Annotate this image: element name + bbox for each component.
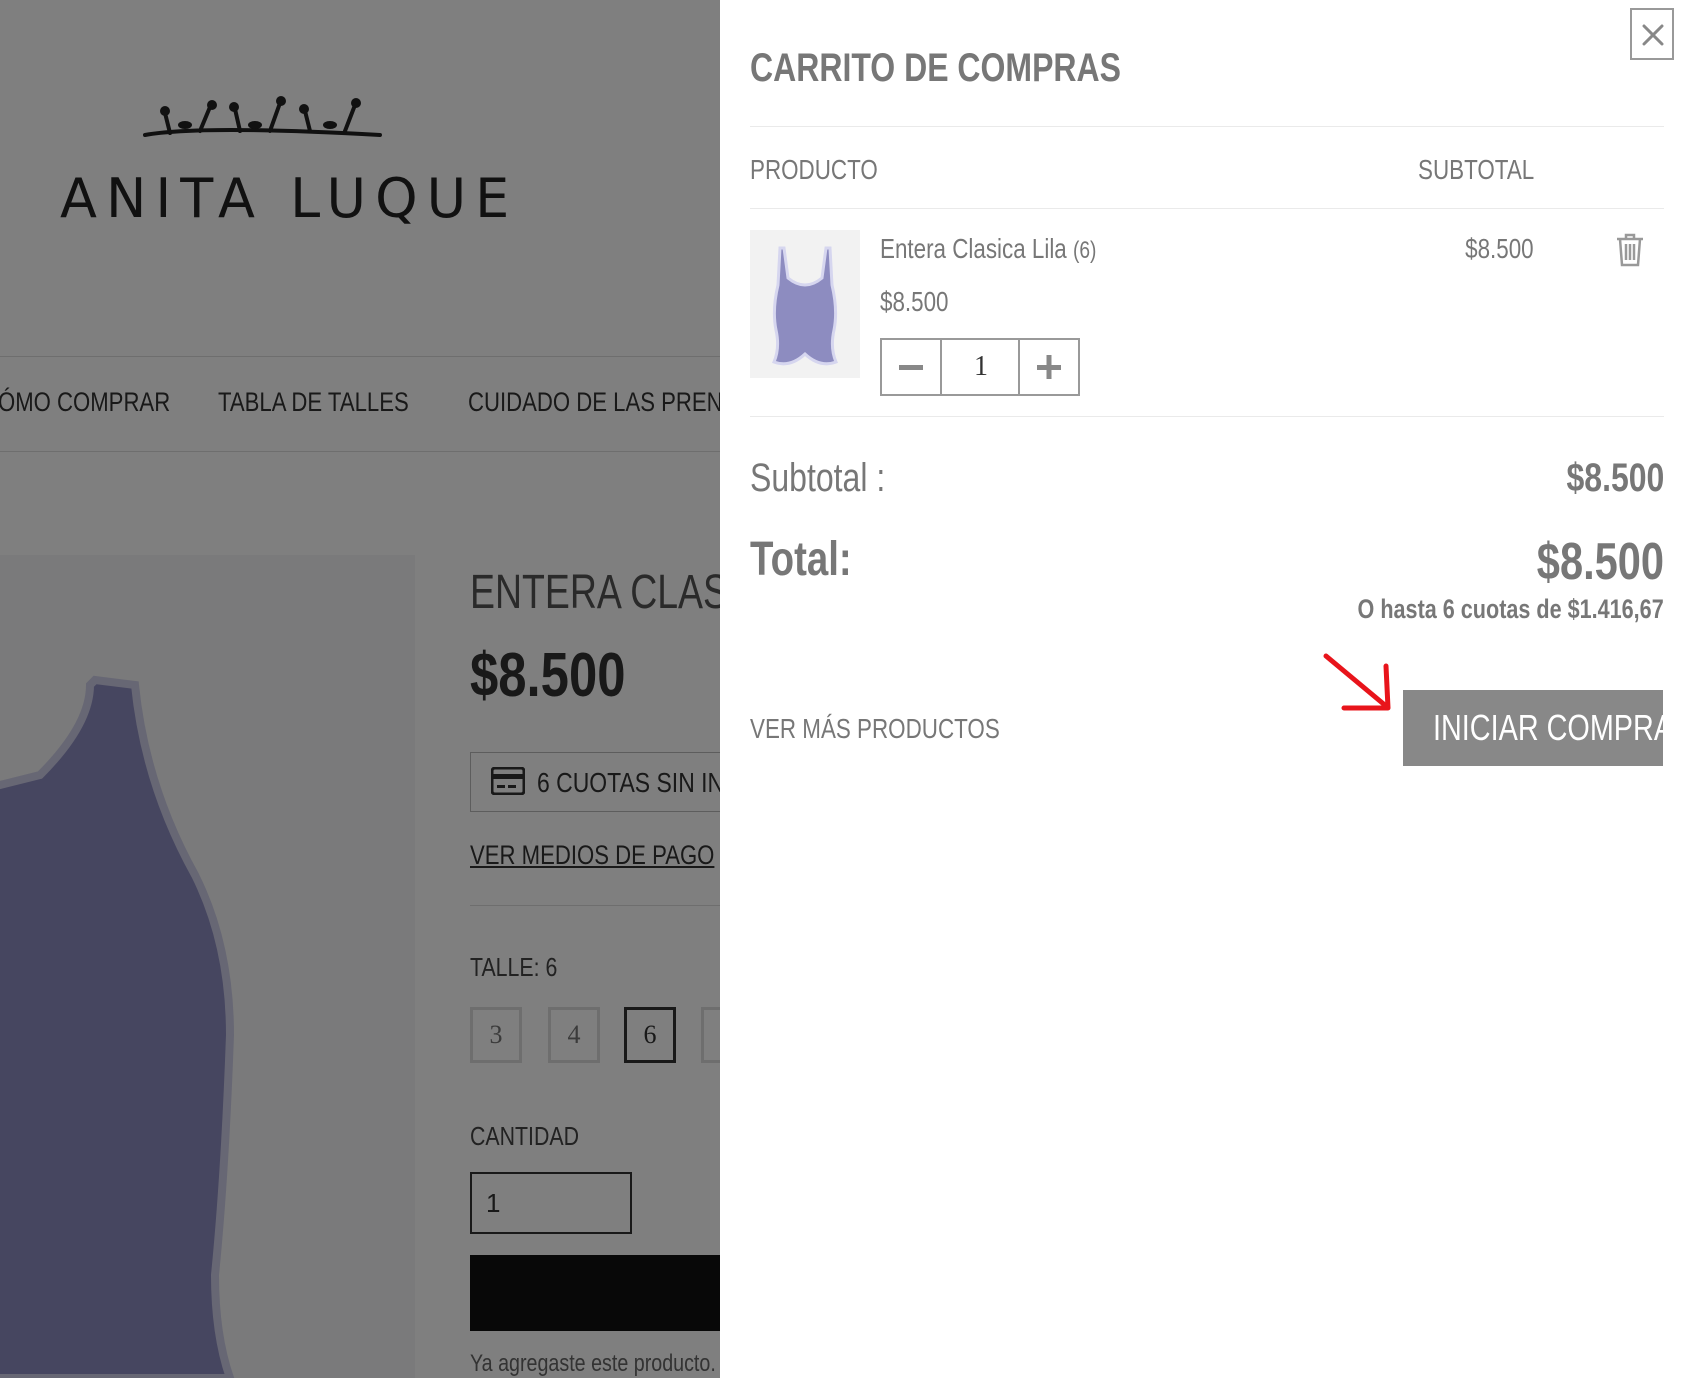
divider — [750, 416, 1664, 417]
close-cart-button[interactable] — [1630, 8, 1674, 60]
plus-icon — [1037, 355, 1061, 379]
installments-text: O hasta 6 cuotas de $1.416,67 — [1357, 594, 1664, 624]
checkout-button[interactable]: INICIAR COMPRA — [1403, 690, 1673, 766]
column-header-product: PRODUCTO — [750, 154, 878, 185]
subtotal-label: Subtotal : — [750, 456, 886, 500]
cart-item-variant: (6) — [1072, 237, 1097, 264]
trash-icon — [1617, 233, 1643, 267]
remove-item-button[interactable] — [1615, 233, 1645, 272]
swimsuit-thumbnail-image — [772, 246, 838, 366]
quantity-value[interactable]: 1 — [942, 340, 1020, 394]
cart-item-name[interactable]: Entera Clasica Lila (6) — [880, 233, 1151, 265]
total-label: Total: — [750, 533, 852, 586]
quantity-stepper: 1 — [880, 338, 1080, 396]
column-header-subtotal: SUBTOTAL — [1417, 154, 1534, 185]
divider — [750, 208, 1664, 209]
divider — [750, 126, 1664, 127]
minus-icon — [899, 365, 923, 370]
cart-item-subtotal: $8.500 — [1465, 233, 1534, 264]
arrow-annotation — [1323, 653, 1391, 711]
total-value: $8.500 — [1536, 533, 1664, 591]
see-more-products-link[interactable]: VER MÁS PRODUCTOS — [750, 713, 1062, 745]
cart-drawer: CARRITO DE COMPRAS PRODUCTO SUBTOTAL Ent… — [720, 0, 1682, 1378]
cart-item-price: $8.500 — [880, 286, 949, 317]
subtotal-value: $8.500 — [1566, 456, 1664, 500]
cart-title: CARRITO DE COMPRAS — [750, 46, 1121, 90]
decrease-quantity-button[interactable] — [882, 340, 942, 394]
increase-quantity-button[interactable] — [1018, 340, 1078, 394]
modal-overlay[interactable] — [0, 0, 720, 1378]
cart-item-thumbnail[interactable] — [750, 230, 860, 378]
close-icon — [1642, 24, 1664, 46]
